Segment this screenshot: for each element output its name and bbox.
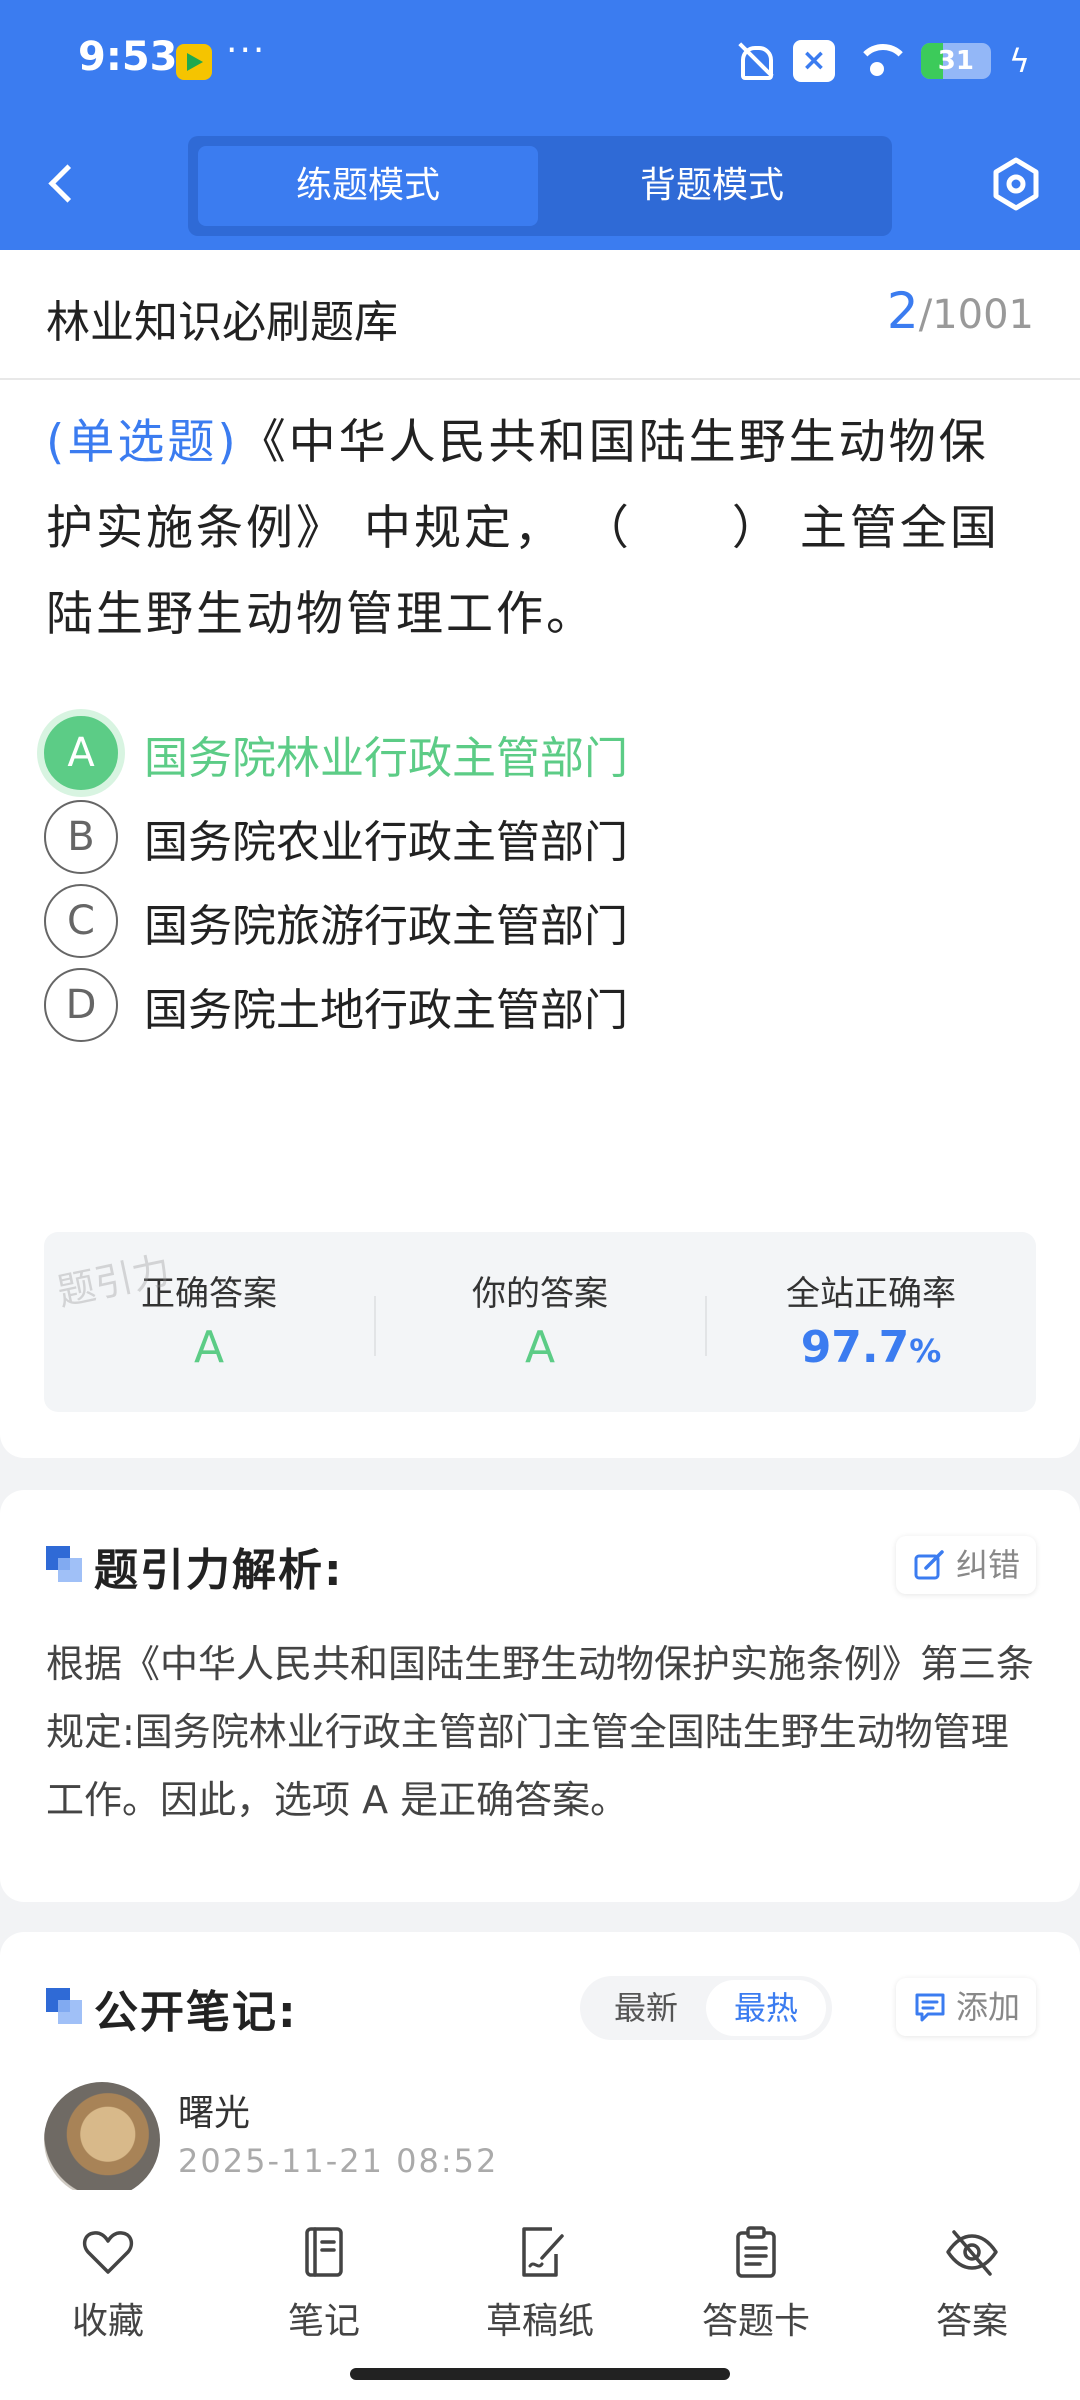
mode-switch: 练题模式 背题模式	[188, 136, 892, 236]
heart-icon	[82, 2231, 134, 2274]
draft-paper-button[interactable]: 草稿纸	[460, 2224, 620, 2344]
public-notes-card: 公开笔记: 最新 最热 添加 曙光 2025-11-21 08:52	[0, 1932, 1080, 2232]
question-bank-title: 林业知识必刷题库	[46, 297, 398, 348]
option-a[interactable]: A 国务院林业行政主管部门	[44, 716, 1034, 792]
edit-icon	[914, 1550, 944, 1580]
answer-stats: 正确答案 A 你的答案 A 全站正确率 97.7%	[44, 1232, 1036, 1412]
notebook-icon	[305, 2227, 343, 2277]
accuracy-rate-value: 97.7%	[706, 1322, 1036, 1373]
progress-separator: /	[918, 292, 933, 338]
analysis-card: 题引力解析: 纠错 根据《中华人民共和国陆生野生动物保护实施条例》第三条规定:国…	[0, 1490, 1080, 1902]
question-text: (单选题)《中华人民共和国陆生野生动物保护实施条例》 中规定， （ ） 主管全国…	[46, 400, 1036, 658]
option-b[interactable]: B 国务院农业行政主管部门	[44, 800, 1034, 876]
wifi-icon	[853, 40, 911, 82]
option-c[interactable]: C 国务院旅游行政主管部门	[44, 884, 1034, 960]
mute-icon	[733, 40, 775, 82]
status-icons: × 31 ϟ	[733, 38, 1030, 84]
question-type-label: (单选题)	[46, 415, 239, 470]
option-letter: D	[44, 968, 118, 1042]
app-notification-icon	[176, 44, 212, 80]
back-button[interactable]	[40, 158, 88, 210]
answer-sheet-label: 答题卡	[701, 2301, 810, 2342]
add-note-label: 添加	[955, 1988, 1020, 2026]
option-label: 国务院旅游行政主管部门	[144, 901, 628, 952]
accuracy-rate-stat: 全站正确率 97.7%	[706, 1232, 1036, 1412]
accuracy-rate-label: 全站正确率	[786, 1274, 956, 1314]
toggle-answer-button[interactable]: 答案	[892, 2224, 1052, 2344]
option-label: 国务院土地行政主管部门	[144, 985, 628, 1036]
avatar[interactable]	[44, 2082, 160, 2198]
total-question-count: 1001	[932, 292, 1034, 338]
notes-sort-tabs: 最新 最热	[580, 1976, 832, 2040]
option-letter: B	[44, 800, 118, 874]
accuracy-rate-unit: %	[909, 1332, 942, 1370]
clipboard-icon	[736, 2226, 776, 2278]
section-icon	[46, 1546, 82, 1582]
accuracy-rate-number: 97.7	[800, 1322, 910, 1373]
charging-icon: ϟ	[1008, 42, 1030, 80]
app-header: 9:53 ··· × 31 ϟ 练题模式 背题模式	[0, 0, 1080, 250]
home-indicator[interactable]	[350, 2368, 730, 2380]
tab-practice-mode[interactable]: 练题模式	[198, 146, 538, 226]
analysis-title: 题引力解析:	[94, 1545, 344, 1596]
option-letter: A	[44, 716, 118, 790]
note-user-name[interactable]: 曙光	[178, 2084, 250, 2136]
add-note-button[interactable]: 添加	[895, 1978, 1036, 2036]
notes-label: 笔记	[287, 2301, 360, 2342]
your-answer-value: A	[524, 1322, 556, 1373]
report-error-label: 纠错	[955, 1546, 1020, 1584]
battery-level: 31	[937, 46, 974, 76]
your-answer-stat: 你的答案 A	[375, 1232, 705, 1412]
more-notifications-icon: ···	[226, 30, 267, 71]
settings-button[interactable]	[990, 156, 1042, 212]
tab-memorize-mode[interactable]: 背题模式	[542, 146, 882, 226]
sort-tab-latest[interactable]: 最新	[586, 1976, 706, 2040]
battery-icon: 31	[920, 43, 991, 79]
comment-icon	[915, 1993, 945, 2022]
draft-icon	[522, 2227, 564, 2277]
notes-title: 公开笔记:	[94, 1987, 298, 2038]
note-timestamp: 2025-11-21 08:52	[178, 2142, 499, 2180]
question-progress[interactable]: 2/1001	[887, 282, 1034, 340]
your-answer-label: 你的答案	[472, 1274, 608, 1314]
hexagon-settings-icon	[993, 157, 1039, 211]
option-d[interactable]: D 国务院土地行政主管部门	[44, 968, 1034, 1044]
status-bar: 9:53 ··· × 31 ϟ	[0, 0, 1080, 125]
report-error-button[interactable]: 纠错	[895, 1536, 1036, 1594]
favorite-label: 收藏	[71, 2301, 144, 2342]
analysis-text: 根据《中华人民共和国陆生野生动物保护实施条例》第三条规定:国务院林业行政主管部门…	[46, 1642, 1035, 1822]
notes-button[interactable]: 笔记	[244, 2224, 404, 2344]
section-icon	[46, 1988, 82, 2024]
x-app-icon: ×	[792, 40, 835, 82]
option-label: 国务院林业行政主管部门	[144, 733, 628, 784]
sort-tab-hottest[interactable]: 最热	[706, 1980, 826, 2036]
option-letter: C	[44, 884, 118, 958]
question-card: 林业知识必刷题库 2/1001 (单选题)《中华人民共和国陆生野生动物保护实施条…	[0, 250, 1080, 1458]
correct-answer-value: A	[193, 1322, 225, 1373]
status-time: 9:53	[78, 34, 178, 80]
current-question-number: 2	[886, 282, 919, 340]
answer-sheet-button[interactable]: 答题卡	[676, 2224, 836, 2344]
favorite-button[interactable]: 收藏	[28, 2224, 188, 2344]
toggle-answer-label: 答案	[935, 2301, 1008, 2342]
question-bank-row: 林业知识必刷题库 2/1001	[0, 250, 1080, 380]
eye-off-icon	[946, 2230, 998, 2276]
option-label: 国务院农业行政主管部门	[144, 817, 628, 868]
draft-paper-label: 草稿纸	[485, 2301, 594, 2342]
